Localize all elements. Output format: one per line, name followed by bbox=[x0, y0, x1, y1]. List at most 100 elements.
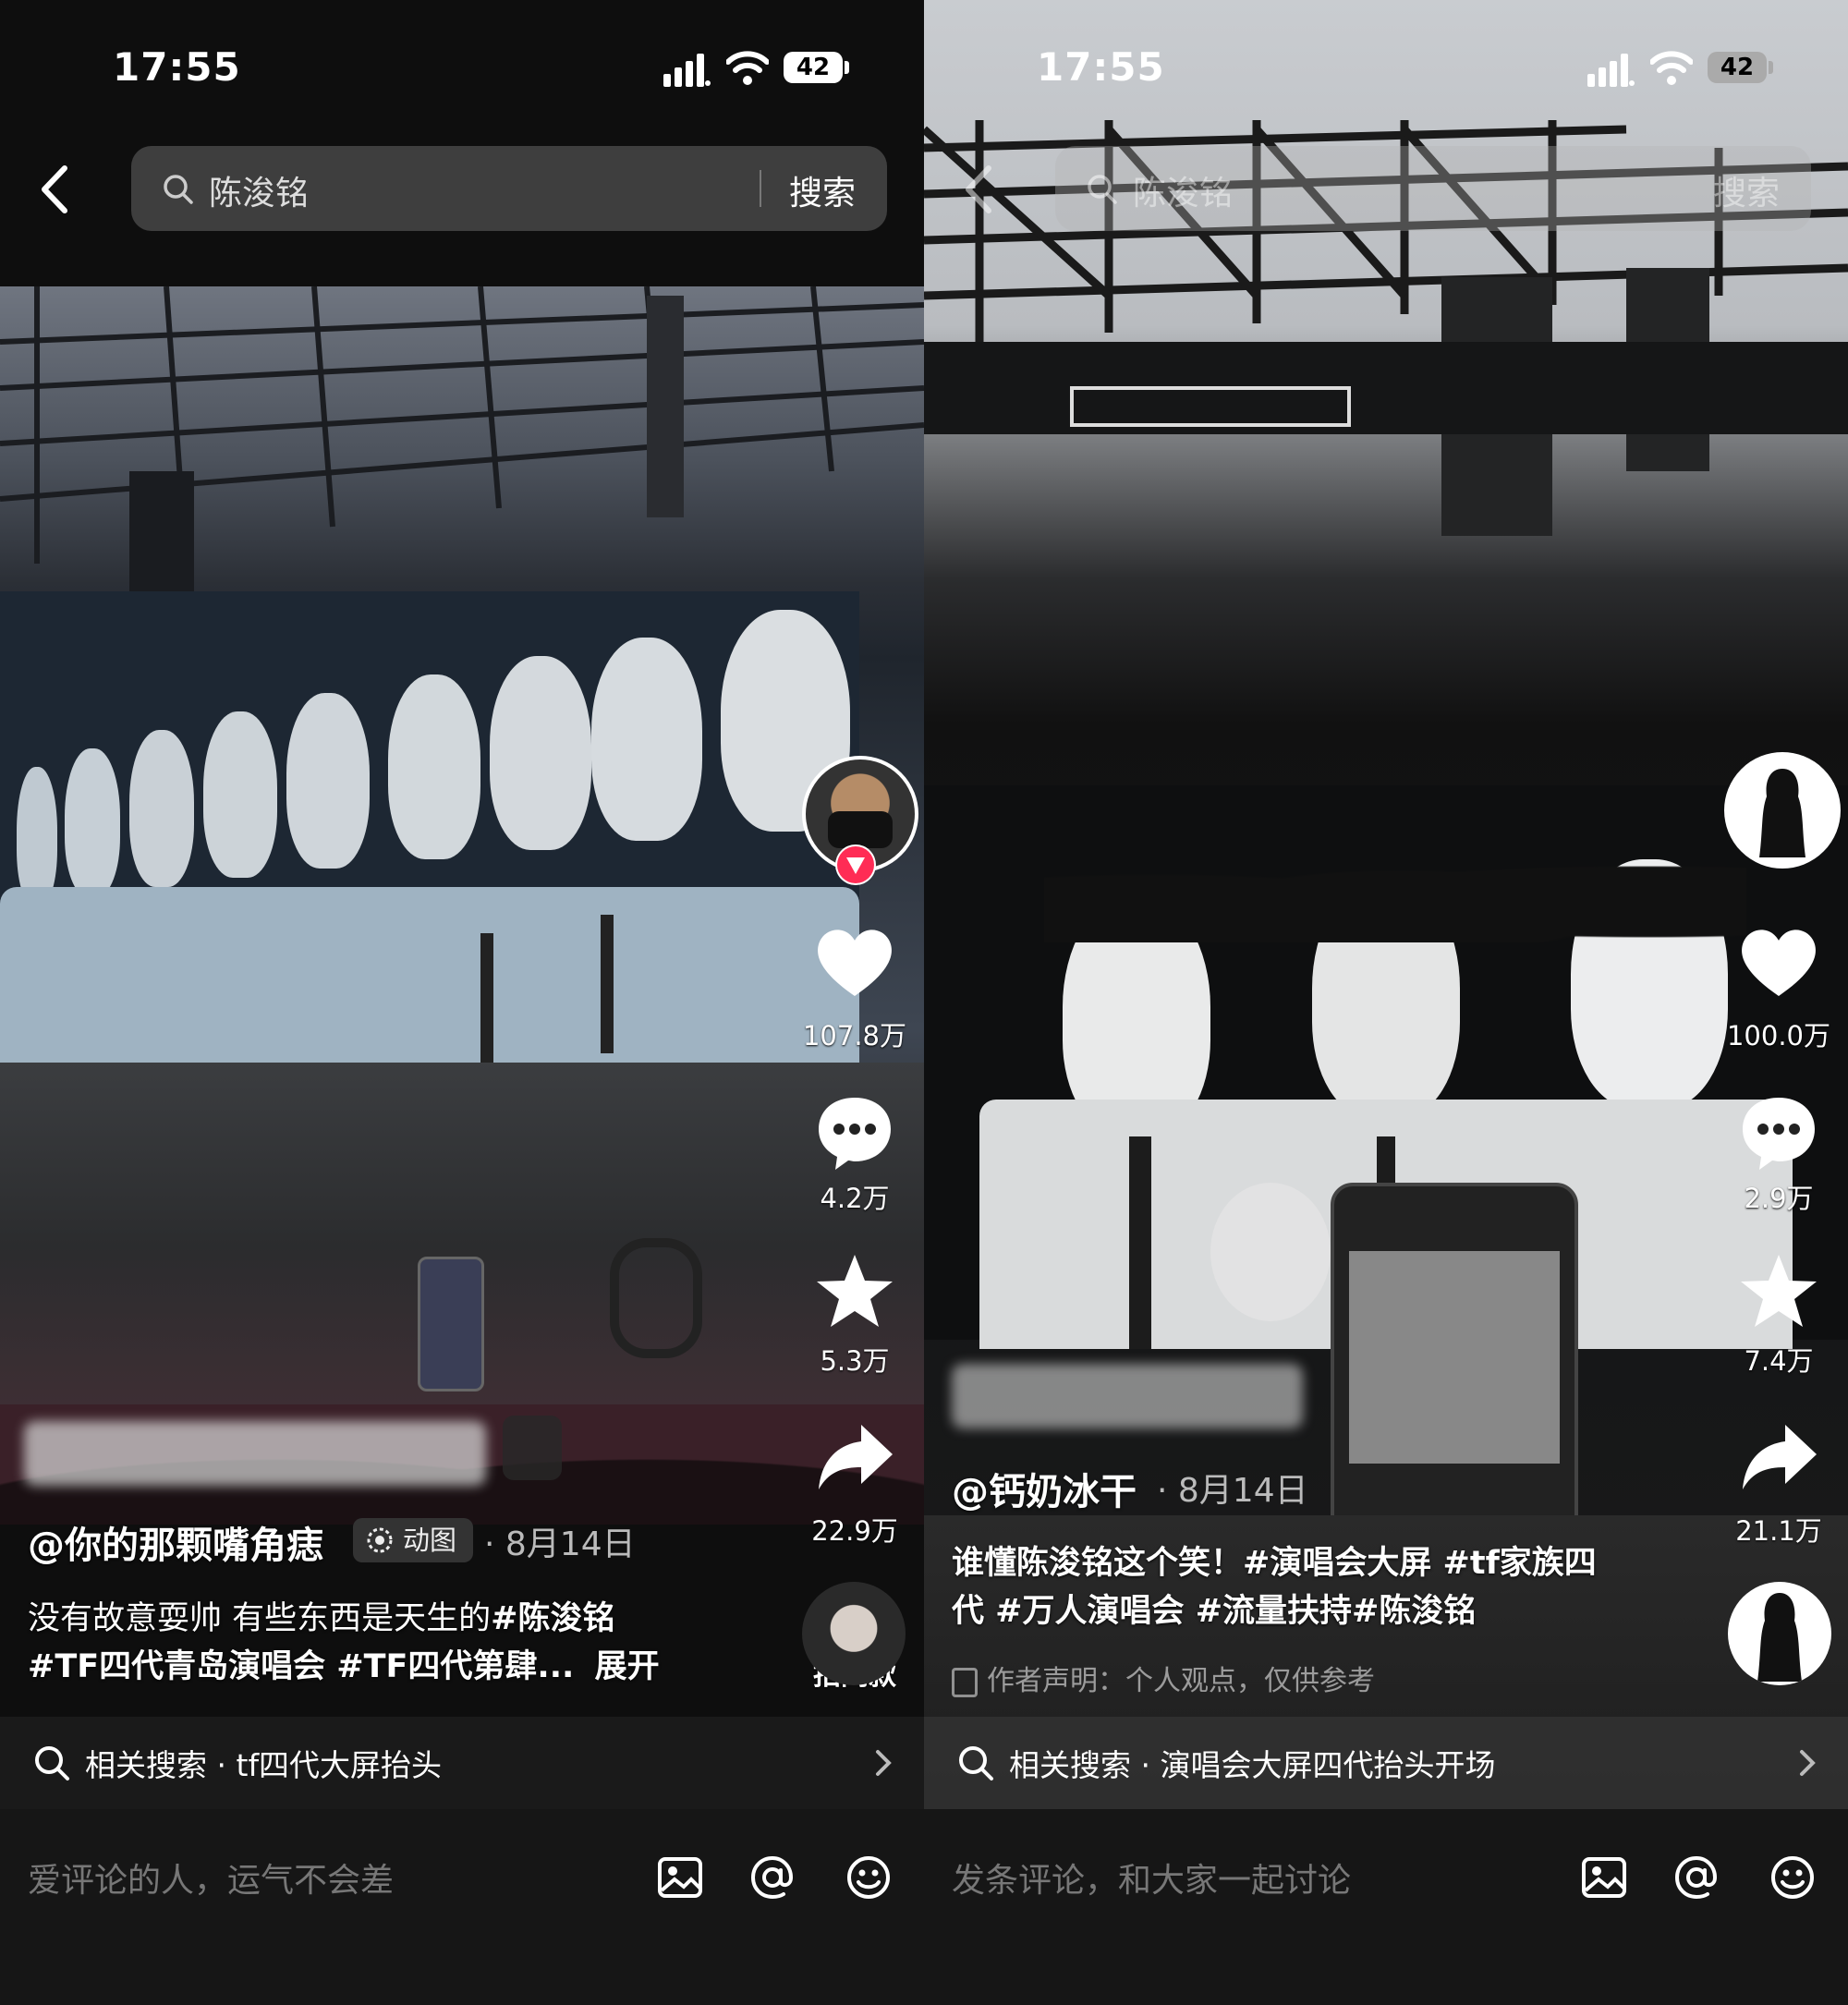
hashtag[interactable]: #陈浚铭 bbox=[491, 1600, 614, 1637]
share-count: 22.9万 bbox=[811, 1515, 898, 1547]
caption-line-2: #TF四代青岛演唱会 #TF四代第肆... 展开 bbox=[28, 1643, 711, 1691]
image-icon[interactable] bbox=[656, 1853, 704, 1902]
emoji-icon[interactable] bbox=[845, 1853, 893, 1902]
blurred-sticker bbox=[952, 1364, 1303, 1428]
shirts-row bbox=[0, 887, 859, 1072]
chevron-right-icon bbox=[1800, 1750, 1816, 1776]
follow-check-icon bbox=[837, 846, 874, 883]
disclaimer-text: 作者声明：个人观点，仅供参考 bbox=[987, 1665, 1375, 1697]
wifi-icon bbox=[726, 51, 769, 85]
face-5 bbox=[286, 693, 370, 869]
hashtag-line[interactable]: #TF四代青岛演唱会 #TF四代第肆... bbox=[28, 1648, 574, 1685]
star-icon[interactable] bbox=[1737, 1249, 1820, 1332]
battery-tip bbox=[845, 61, 849, 74]
comment-input[interactable]: 爱评论的人，运气不会差 bbox=[28, 1853, 394, 1902]
search-button[interactable]: 搜索 bbox=[1713, 166, 1780, 214]
signal-icon bbox=[1587, 54, 1635, 87]
image-icon[interactable] bbox=[1580, 1853, 1628, 1902]
dark-hair bbox=[1044, 841, 1746, 942]
emoji-icon[interactable] bbox=[1769, 1853, 1817, 1902]
animated-icon bbox=[367, 1527, 393, 1553]
related-search-text: 相关搜索 · 演唱会大屏四代抬头开场 bbox=[1009, 1741, 1496, 1785]
search-button[interactable]: 搜索 bbox=[789, 166, 856, 214]
phone-screen bbox=[1349, 1251, 1560, 1464]
blurred-sticker bbox=[24, 1421, 486, 1486]
search-input[interactable]: 陈浚铭 bbox=[209, 166, 309, 214]
same-style-avatar[interactable] bbox=[802, 1582, 906, 1685]
caption-line-2[interactable]: 代 #万人演唱会 #流量扶持#陈浚铭 bbox=[952, 1587, 1654, 1635]
left-video-panel: 17:55 42 陈浚铭 搜索 107.8万 4.2万 5.3万 22.9万 @… bbox=[0, 0, 924, 2005]
caption: 没有故意耍帅 有些东西是天生的#陈浚铭 #TF四代青岛演唱会 #TF四代第肆..… bbox=[28, 1595, 711, 1691]
search-divider bbox=[760, 170, 761, 207]
comment-bubble-icon[interactable] bbox=[813, 1090, 896, 1173]
signal-icon bbox=[663, 54, 711, 87]
related-sep: · bbox=[216, 1747, 227, 1783]
status-time: 17:55 bbox=[113, 44, 241, 90]
back-icon[interactable] bbox=[35, 164, 76, 214]
status-bar: 17:55 42 bbox=[0, 0, 924, 139]
heart-icon[interactable] bbox=[1737, 922, 1820, 1005]
related-search-bar[interactable]: 相关搜索 · tf四代大屏抬头 bbox=[0, 1717, 924, 1809]
share-count: 21.1万 bbox=[1735, 1515, 1822, 1547]
expand-button[interactable]: 展开 bbox=[595, 1648, 660, 1685]
comment-input[interactable]: 发条评论，和大家一起讨论 bbox=[952, 1853, 1351, 1902]
related-search-text: 相关搜索 · tf四代大屏抬头 bbox=[85, 1741, 442, 1785]
like-count: 100.0万 bbox=[1726, 1020, 1831, 1051]
at-icon[interactable] bbox=[1672, 1853, 1720, 1902]
search-icon bbox=[35, 1746, 69, 1780]
caption: 谁懂陈浚铭这个笑！#演唱会大屏 #tf家族四 代 #万人演唱会 #流量扶持#陈浚… bbox=[952, 1539, 1654, 1635]
star-icon[interactable] bbox=[813, 1249, 896, 1332]
at-icon[interactable] bbox=[748, 1853, 796, 1902]
related-query: 演唱会大屏四代抬头开场 bbox=[1160, 1747, 1496, 1783]
external-link-icon[interactable] bbox=[503, 1416, 562, 1480]
silhouette-avatar-icon bbox=[1759, 769, 1805, 857]
back-icon[interactable] bbox=[959, 164, 1000, 214]
share-arrow-icon[interactable] bbox=[1737, 1416, 1820, 1499]
caption-line-1[interactable]: 谁懂陈浚铭这个笑！#演唱会大屏 #tf家族四 bbox=[952, 1539, 1654, 1587]
comment-bar: 爱评论的人，运气不会差 bbox=[0, 1809, 924, 2005]
caption-text: 没有故意耍帅 有些东西是天生的 bbox=[28, 1600, 492, 1637]
heart-icon[interactable] bbox=[813, 922, 896, 1005]
related-search-bar[interactable]: 相关搜索 · 演唱会大屏四代抬头开场 bbox=[924, 1717, 1848, 1809]
author-name[interactable]: @你的那颗嘴角痣 bbox=[28, 1515, 323, 1569]
video-frame[interactable] bbox=[0, 286, 924, 1525]
gif-tag[interactable]: 动图 bbox=[353, 1518, 474, 1562]
caption-line-1: 没有故意耍帅 有些东西是天生的#陈浚铭 bbox=[28, 1595, 711, 1643]
face-1 bbox=[17, 767, 57, 905]
gif-tag-label: 动图 bbox=[403, 1525, 457, 1556]
author-disclaimer: 作者声明：个人观点，仅供参考 bbox=[952, 1658, 1375, 1698]
lightstick bbox=[1210, 1183, 1331, 1321]
search-icon bbox=[959, 1746, 993, 1780]
tie bbox=[601, 915, 614, 1053]
author-avatar[interactable] bbox=[1724, 752, 1841, 869]
search-bar[interactable]: 陈浚铭 搜索 bbox=[1055, 146, 1811, 231]
post-date: · 8月14日 bbox=[484, 1525, 636, 1563]
face-7 bbox=[490, 656, 591, 850]
related-query: tf四代大屏抬头 bbox=[236, 1747, 443, 1783]
face-6 bbox=[388, 674, 480, 859]
face-2 bbox=[65, 748, 120, 896]
music-disc-avatar[interactable] bbox=[1728, 1582, 1831, 1685]
search-bar[interactable]: 陈浚铭 搜索 bbox=[131, 146, 887, 231]
face-8 bbox=[591, 638, 702, 841]
right-video-panel: 17:55 42 陈浚铭 搜索 100.0万 2.9万 7.4万 21.1万 @… bbox=[924, 0, 1848, 2005]
favorite-count: 7.4万 bbox=[1744, 1345, 1814, 1377]
comment-bar: 发条评论，和大家一起讨论 bbox=[924, 1809, 1848, 2005]
camera-rig bbox=[610, 1238, 702, 1358]
related-sep: · bbox=[1140, 1747, 1151, 1783]
phone-in-crowd bbox=[418, 1257, 484, 1391]
battery-icon: 42 bbox=[1708, 52, 1767, 83]
battery-icon: 42 bbox=[784, 52, 843, 83]
comment-bubble-icon[interactable] bbox=[1737, 1090, 1820, 1173]
follow-badge[interactable] bbox=[835, 845, 876, 885]
silhouette-avatar-icon bbox=[1757, 1593, 1802, 1682]
search-icon bbox=[1088, 175, 1117, 204]
wifi-icon bbox=[1650, 51, 1693, 85]
search-input[interactable]: 陈浚铭 bbox=[1133, 166, 1233, 214]
tie bbox=[480, 933, 493, 1072]
mask bbox=[828, 811, 893, 848]
related-label: 相关搜索 bbox=[85, 1747, 207, 1783]
author-name[interactable]: @钙奶冰干 bbox=[952, 1462, 1137, 1515]
share-arrow-icon[interactable] bbox=[813, 1416, 896, 1499]
status-time: 17:55 bbox=[1037, 44, 1165, 90]
